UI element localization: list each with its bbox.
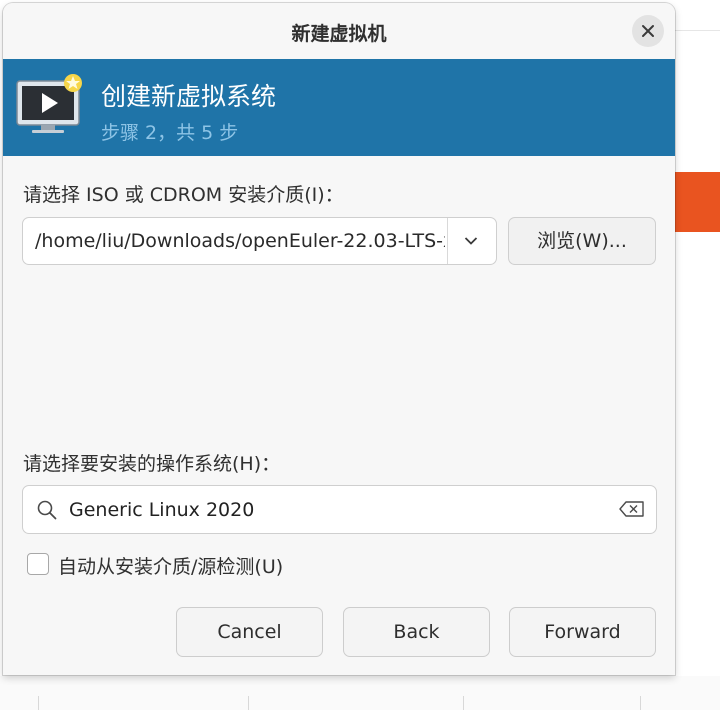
autodetect-checkbox[interactable] [27,553,49,575]
forward-button[interactable]: Forward [509,607,656,657]
search-icon [37,500,57,520]
background-divider [675,30,720,31]
dialog-titlebar[interactable]: 新建虚拟机 [3,3,675,59]
back-button[interactable]: Back [343,607,490,657]
banner-title: 创建新虚拟系统 [101,82,277,111]
install-media-path[interactable]: /home/liu/Downloads/openEuler-22.03-LTS-… [35,230,445,252]
install-media-label: 请选择 ISO 或 CDROM 安装介质(I)： [23,184,344,206]
dialog-title: 新建虚拟机 [291,23,387,45]
os-search-field[interactable]: Generic Linux 2020 [22,485,657,534]
virtual-machine-new-icon [16,74,82,133]
install-media-combobox[interactable]: /home/liu/Downloads/openEuler-22.03-LTS-… [22,217,497,265]
autodetect-label[interactable]: 自动从安装介质/源检测(U) [58,552,283,579]
os-search-value[interactable]: Generic Linux 2020 [69,499,254,521]
close-button[interactable] [632,15,664,47]
wizard-banner: 创建新虚拟系统 步骤 2，共 5 步 [3,59,675,156]
new-vm-dialog: 新建虚拟机 创建新虚拟系统 步骤 2，共 5 步 请选择 ISO 或 CDROM… [3,3,675,675]
background-window-bottom [0,676,720,710]
background-accent-bar [675,172,720,232]
chevron-down-icon[interactable] [464,236,478,246]
cancel-button[interactable]: Cancel [176,607,323,657]
clear-text-icon[interactable] [619,501,645,517]
os-select-label: 请选择要安装的操作系统(H)： [23,453,281,475]
close-icon [642,25,654,37]
step-indicator: 步骤 2，共 5 步 [101,122,239,144]
browse-button[interactable]: 浏览(W)... [508,217,656,265]
combo-divider [447,218,448,264]
